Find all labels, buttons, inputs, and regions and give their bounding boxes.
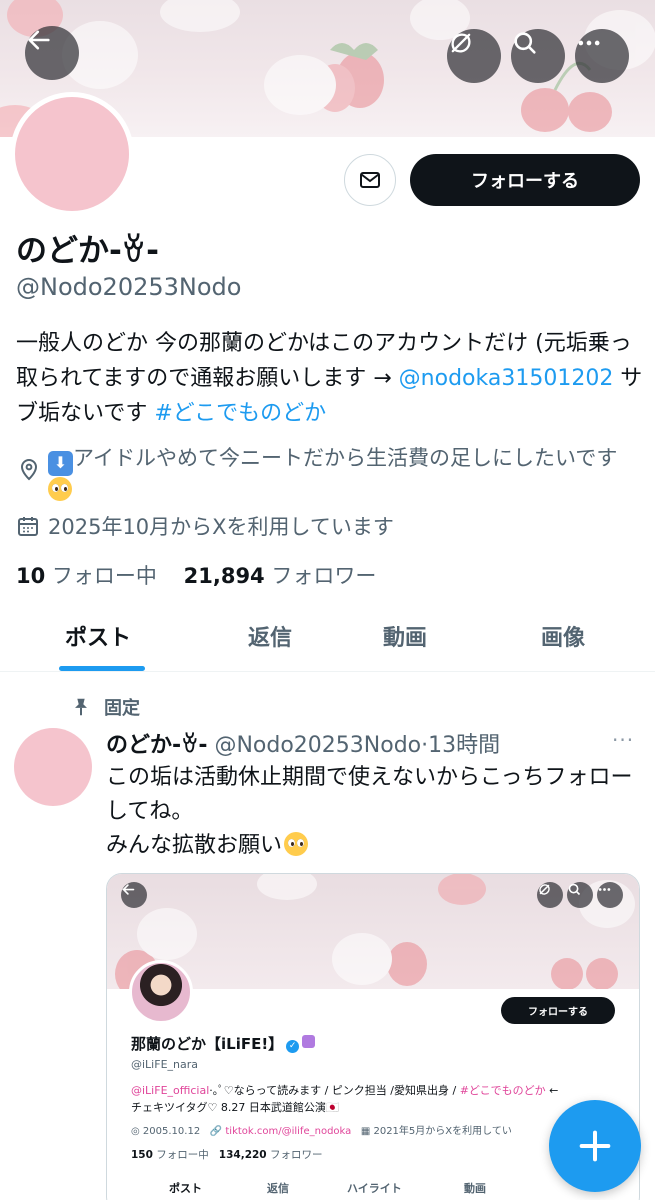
pinned-indicator: 固定 <box>70 694 140 720</box>
tab-replies[interactable]: 返信 <box>248 620 292 652</box>
tab-images[interactable]: 画像 <box>541 620 585 652</box>
post-header: のどか-ꈊ- @Nodo20253Nodo·13時間 <box>106 727 500 759</box>
down-arrow-emoji-icon: ⬇ <box>48 450 73 476</box>
location-text: アイドルやめて今ニートだから生活費の足しにしたいです <box>73 446 618 470</box>
post-avatar[interactable] <box>14 728 92 806</box>
embed-sync-off-icon <box>537 882 563 908</box>
embed-meta: ◎ 2005.10.12 🔗 tiktok.com/@ilife_nodoka … <box>131 1122 512 1137</box>
embed-location-icon: ◎ <box>131 1126 140 1137</box>
search-icon <box>514 32 536 54</box>
profile-avatar[interactable] <box>10 92 134 216</box>
embed-birth: 2005.10.12 <box>142 1126 201 1137</box>
post-author-handle[interactable]: @Nodo20253Nodo <box>214 733 421 758</box>
embed-tab-videos: 動画 <box>464 1182 486 1195</box>
embed-stats: 150 フォロー中 134,220 フォロワー <box>131 1147 322 1162</box>
message-button[interactable] <box>344 154 396 206</box>
pinned-label: 固定 <box>104 698 140 719</box>
embed-followers-count: 134,220 <box>218 1149 267 1161</box>
pleading-face-emoji-icon <box>48 476 72 501</box>
pin-icon <box>75 698 87 716</box>
followers-label: フォロワー <box>271 564 377 588</box>
post-text: この垢は活動休止期間で使えないからこっちフォローしてね。 みんな拡散お願い <box>106 761 646 863</box>
profile-joined: 2025年10月からXを利用しています <box>16 511 394 541</box>
embed-name-text: 那蘭のどか【iLiFE!】 <box>131 1035 284 1053</box>
affiliate-badge-icon <box>302 1035 316 1048</box>
post-time[interactable]: ·13時間 <box>421 733 500 758</box>
embed-following-count: 150 <box>131 1149 153 1161</box>
sync-off-icon <box>451 33 471 53</box>
calendar-icon <box>18 517 38 536</box>
back-button[interactable] <box>25 26 79 80</box>
post-more-button[interactable]: ··· <box>612 728 634 752</box>
followers-count: 21,894 <box>183 564 265 588</box>
joined-text: 2025年10月からXを利用しています <box>48 515 394 539</box>
tab-posts[interactable]: ポスト <box>65 620 131 652</box>
embed-followers-label: フォロワー <box>269 1149 323 1161</box>
profile-display-name: のどか-ꈊ- <box>16 233 159 269</box>
embed-bio-hashtag: #どこでものどか <box>459 1084 546 1097</box>
bio-mention-link[interactable]: @nodoka31501202 <box>399 366 614 391</box>
bio-hashtag-link[interactable]: #どこでものどか <box>154 401 326 426</box>
profile-tabs: ポスト 返信 動画 画像 <box>0 606 655 672</box>
embed-more-icon <box>597 882 623 908</box>
embed-tab-replies: 返信 <box>267 1182 289 1195</box>
embed-back-icon <box>121 882 147 908</box>
embed-bio: @iLiFE_official·｡ﾟ♡ならって読みます / ピンク担当 /愛知県… <box>131 1084 559 1114</box>
embed-bio-mention: @iLiFE_official <box>131 1084 210 1097</box>
verified-badge-icon: ✓ <box>286 1040 300 1053</box>
embed-follow-button: フォローする <box>501 997 615 1024</box>
embed-avatar <box>129 960 193 1024</box>
arrow-left-icon <box>28 30 50 50</box>
embed-link: tiktok.com/@ilife_nodoka <box>225 1126 352 1137</box>
post-author-name[interactable]: のどか-ꈊ- <box>106 733 207 758</box>
compose-post-button[interactable] <box>549 1100 641 1192</box>
search-button[interactable] <box>511 29 565 83</box>
active-tab-indicator <box>59 666 145 671</box>
tab-videos[interactable]: 動画 <box>383 620 427 652</box>
location-pin-icon <box>20 459 38 481</box>
embed-display-name: 那蘭のどか【iLiFE!】 ✓ <box>131 1033 316 1054</box>
embed-banner <box>107 874 639 989</box>
mail-icon <box>360 172 380 188</box>
following-link[interactable]: 10 フォロー中 <box>16 564 157 588</box>
profile-bio: 一般人のどか 今の那蘭のどかはこのアカウントだけ (元垢乗っ取られてますので通報… <box>16 326 646 431</box>
profile-stats: 10 フォロー中 21,894 フォロワー <box>16 560 376 590</box>
embed-bio-text: ·｡ﾟ♡ならって読みます / ピンク担当 /愛知県出身 / <box>209 1084 460 1097</box>
embed-tab-posts: ポスト <box>169 1182 202 1195</box>
embed-joined: 2021年5月からXを利用してい <box>373 1126 512 1137</box>
pleading-face-emoji-icon <box>284 832 309 856</box>
embed-following-label: フォロー中 <box>156 1149 209 1161</box>
sync-button[interactable] <box>447 29 501 83</box>
profile-handle: @Nodo20253Nodo <box>16 273 242 301</box>
plus-icon <box>579 1130 611 1162</box>
more-icon <box>578 40 600 46</box>
embed-calendar-icon: ▦ <box>360 1126 371 1137</box>
following-count: 10 <box>16 564 46 588</box>
post-text-line1: この垢は活動休止期間で使えないからこっちフォローしてね。 <box>106 765 633 824</box>
embed-search-icon <box>567 882 593 908</box>
embed-handle: @iLiFE_nara <box>131 1058 198 1071</box>
embed-bio-line2: チェキツイタグ♡ 8.27 日本武道館公演🇯🇵 <box>131 1101 340 1114</box>
followers-link[interactable]: 21,894 フォロワー <box>184 564 377 588</box>
following-label: フォロー中 <box>51 564 157 588</box>
follow-button[interactable]: フォローする <box>410 154 640 206</box>
post-text-line2: みんな拡散お願い <box>106 833 283 858</box>
more-button[interactable] <box>575 29 629 83</box>
embed-link-icon: 🔗 <box>209 1126 223 1137</box>
profile-location: ⬇ アイドルやめて今ニートだから生活費の足しにしたいです <box>16 444 646 504</box>
embed-tab-highlights: ハイライト <box>347 1182 402 1195</box>
